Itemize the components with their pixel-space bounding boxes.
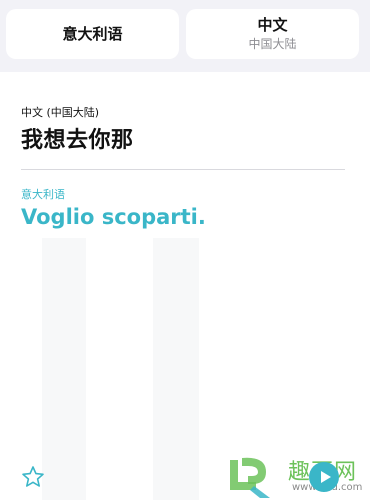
source-language-label: 意大利语 bbox=[62, 24, 123, 43]
source-language-caption: 中文 (中国大陆) bbox=[21, 106, 100, 119]
background-stripe bbox=[42, 238, 86, 500]
play-button[interactable] bbox=[309, 462, 339, 492]
target-language-button[interactable]: 中文 中国大陆 bbox=[186, 9, 359, 59]
translation-language-caption: 意大利语 bbox=[21, 188, 65, 201]
target-language-region: 中国大陆 bbox=[248, 37, 297, 51]
language-selector-bar: 意大利语 中文 中国大陆 bbox=[0, 0, 370, 72]
source-text[interactable]: 我想去你那 bbox=[21, 122, 134, 154]
divider bbox=[21, 169, 345, 170]
target-language-label: 中文 bbox=[257, 16, 288, 34]
play-icon bbox=[321, 471, 331, 483]
translation-text[interactable]: Voglio scoparti. bbox=[21, 205, 206, 229]
star-icon bbox=[22, 466, 44, 487]
source-language-button[interactable]: 意大利语 bbox=[6, 9, 179, 59]
background-stripe bbox=[153, 238, 199, 500]
favorite-button[interactable] bbox=[21, 465, 45, 489]
